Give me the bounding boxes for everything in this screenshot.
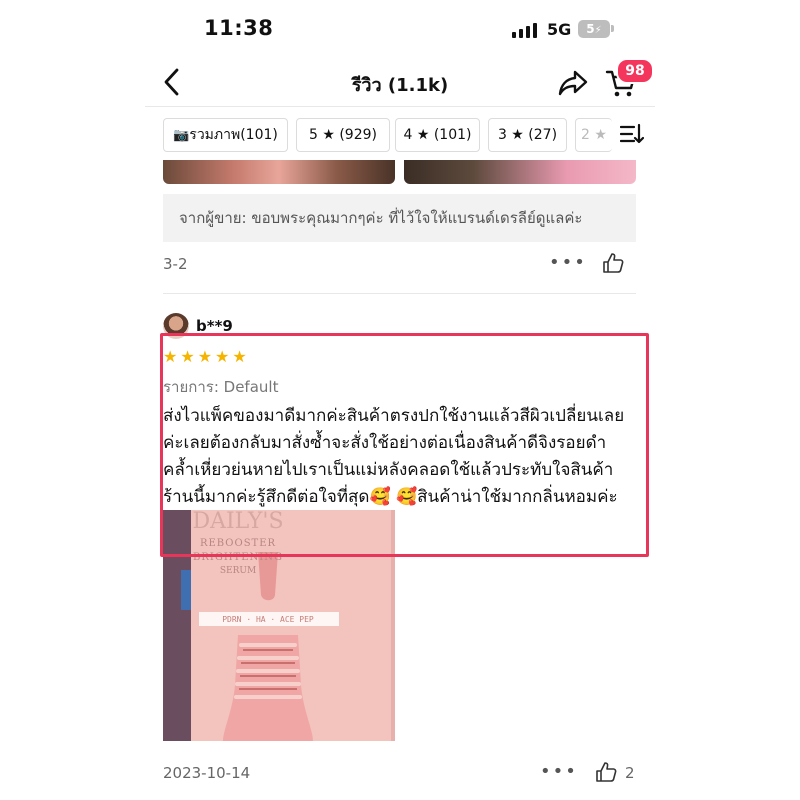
share-button[interactable] xyxy=(556,68,590,98)
thumbs-up-icon xyxy=(596,762,617,782)
status-time: 11:38 xyxy=(204,16,274,40)
previous-review-photo[interactable] xyxy=(163,160,395,184)
photo-line3-text: SERUM xyxy=(220,566,256,576)
review-photo[interactable]: DAILY'S REBOOSTER BRIGHTENING SERUM PDRN… xyxy=(163,510,395,741)
photo-brand-text: DAILY'S xyxy=(192,510,283,534)
battery-icon: 5⚡ xyxy=(578,20,610,38)
review-text: ส่งไวแพ็คของมาดีมากค่ะสินค้าตรงปกใช้งานแ… xyxy=(163,403,643,511)
network-type: 5G xyxy=(547,20,572,39)
review-text-line: ค่ะเลยต้องกลับมาสั่งซ้ำจะสั่งใช้อย่างต่อ… xyxy=(163,433,607,453)
cart-count-badge: 98 xyxy=(616,58,654,84)
filter-5-star[interactable]: 5 ★ (929) xyxy=(296,118,390,152)
filter-4-star[interactable]: 4 ★ (101) xyxy=(395,118,480,152)
share-icon xyxy=(558,70,588,96)
back-button[interactable] xyxy=(160,64,184,100)
cellular-signal-icon xyxy=(512,22,538,38)
sort-button[interactable] xyxy=(619,123,645,145)
review-text-line: คล้ำเหี่ยวย่นหายไปเราเป็นแม่หลังคลอดใช้แ… xyxy=(163,460,614,480)
rating-stars: ★★★★★ xyxy=(163,347,250,366)
avatar xyxy=(163,313,189,339)
review-text-line: ส่งไวแพ็คของมาดีมากค่ะสินค้าตรงปกใช้งานแ… xyxy=(163,406,625,426)
review-date: 3-2 xyxy=(163,255,188,273)
reviewer-username: b**9 xyxy=(196,317,233,335)
like-button[interactable] xyxy=(595,761,617,783)
battery-level: 5 xyxy=(586,22,595,36)
more-options-icon[interactable]: ••• xyxy=(540,761,578,782)
review-date: 2023-10-14 xyxy=(163,764,251,782)
like-button[interactable] xyxy=(602,252,624,274)
thumbs-up-icon xyxy=(603,253,624,273)
filter-3-star[interactable]: 3 ★ (27) xyxy=(488,118,567,152)
review-text-line: ร้านนี้มากค่ะรู้สึกดีต่อใจที่สุด🥰 🥰สินค้… xyxy=(163,487,618,507)
camera-icon: 📷 xyxy=(173,128,190,143)
header-divider xyxy=(145,106,655,107)
variant-label: รายการ: Default xyxy=(163,378,279,396)
battery-tip xyxy=(611,25,614,32)
review-divider xyxy=(163,293,636,294)
more-options-icon[interactable]: ••• xyxy=(549,252,587,273)
sort-icon xyxy=(619,123,645,144)
seller-reply: จากผู้ขาย: ขอบพระคุณมากๆค่ะ ที่ไว้ใจให้แ… xyxy=(163,194,636,242)
like-count: 2 xyxy=(625,764,635,782)
filter-with-photos[interactable]: 📷รวมภาพ(101) xyxy=(163,118,288,152)
previous-review-photo[interactable] xyxy=(404,160,636,184)
photo-ingredients-text: PDRN · HA · ACE PEP xyxy=(222,615,314,624)
photo-line1-text: REBOOSTER xyxy=(200,538,276,549)
page-title: รีวิว (1.1k) xyxy=(351,75,449,96)
photo-line2-text: BRIGHTENING xyxy=(193,552,283,563)
filter-2-star[interactable]: 2 ★ xyxy=(575,118,612,152)
